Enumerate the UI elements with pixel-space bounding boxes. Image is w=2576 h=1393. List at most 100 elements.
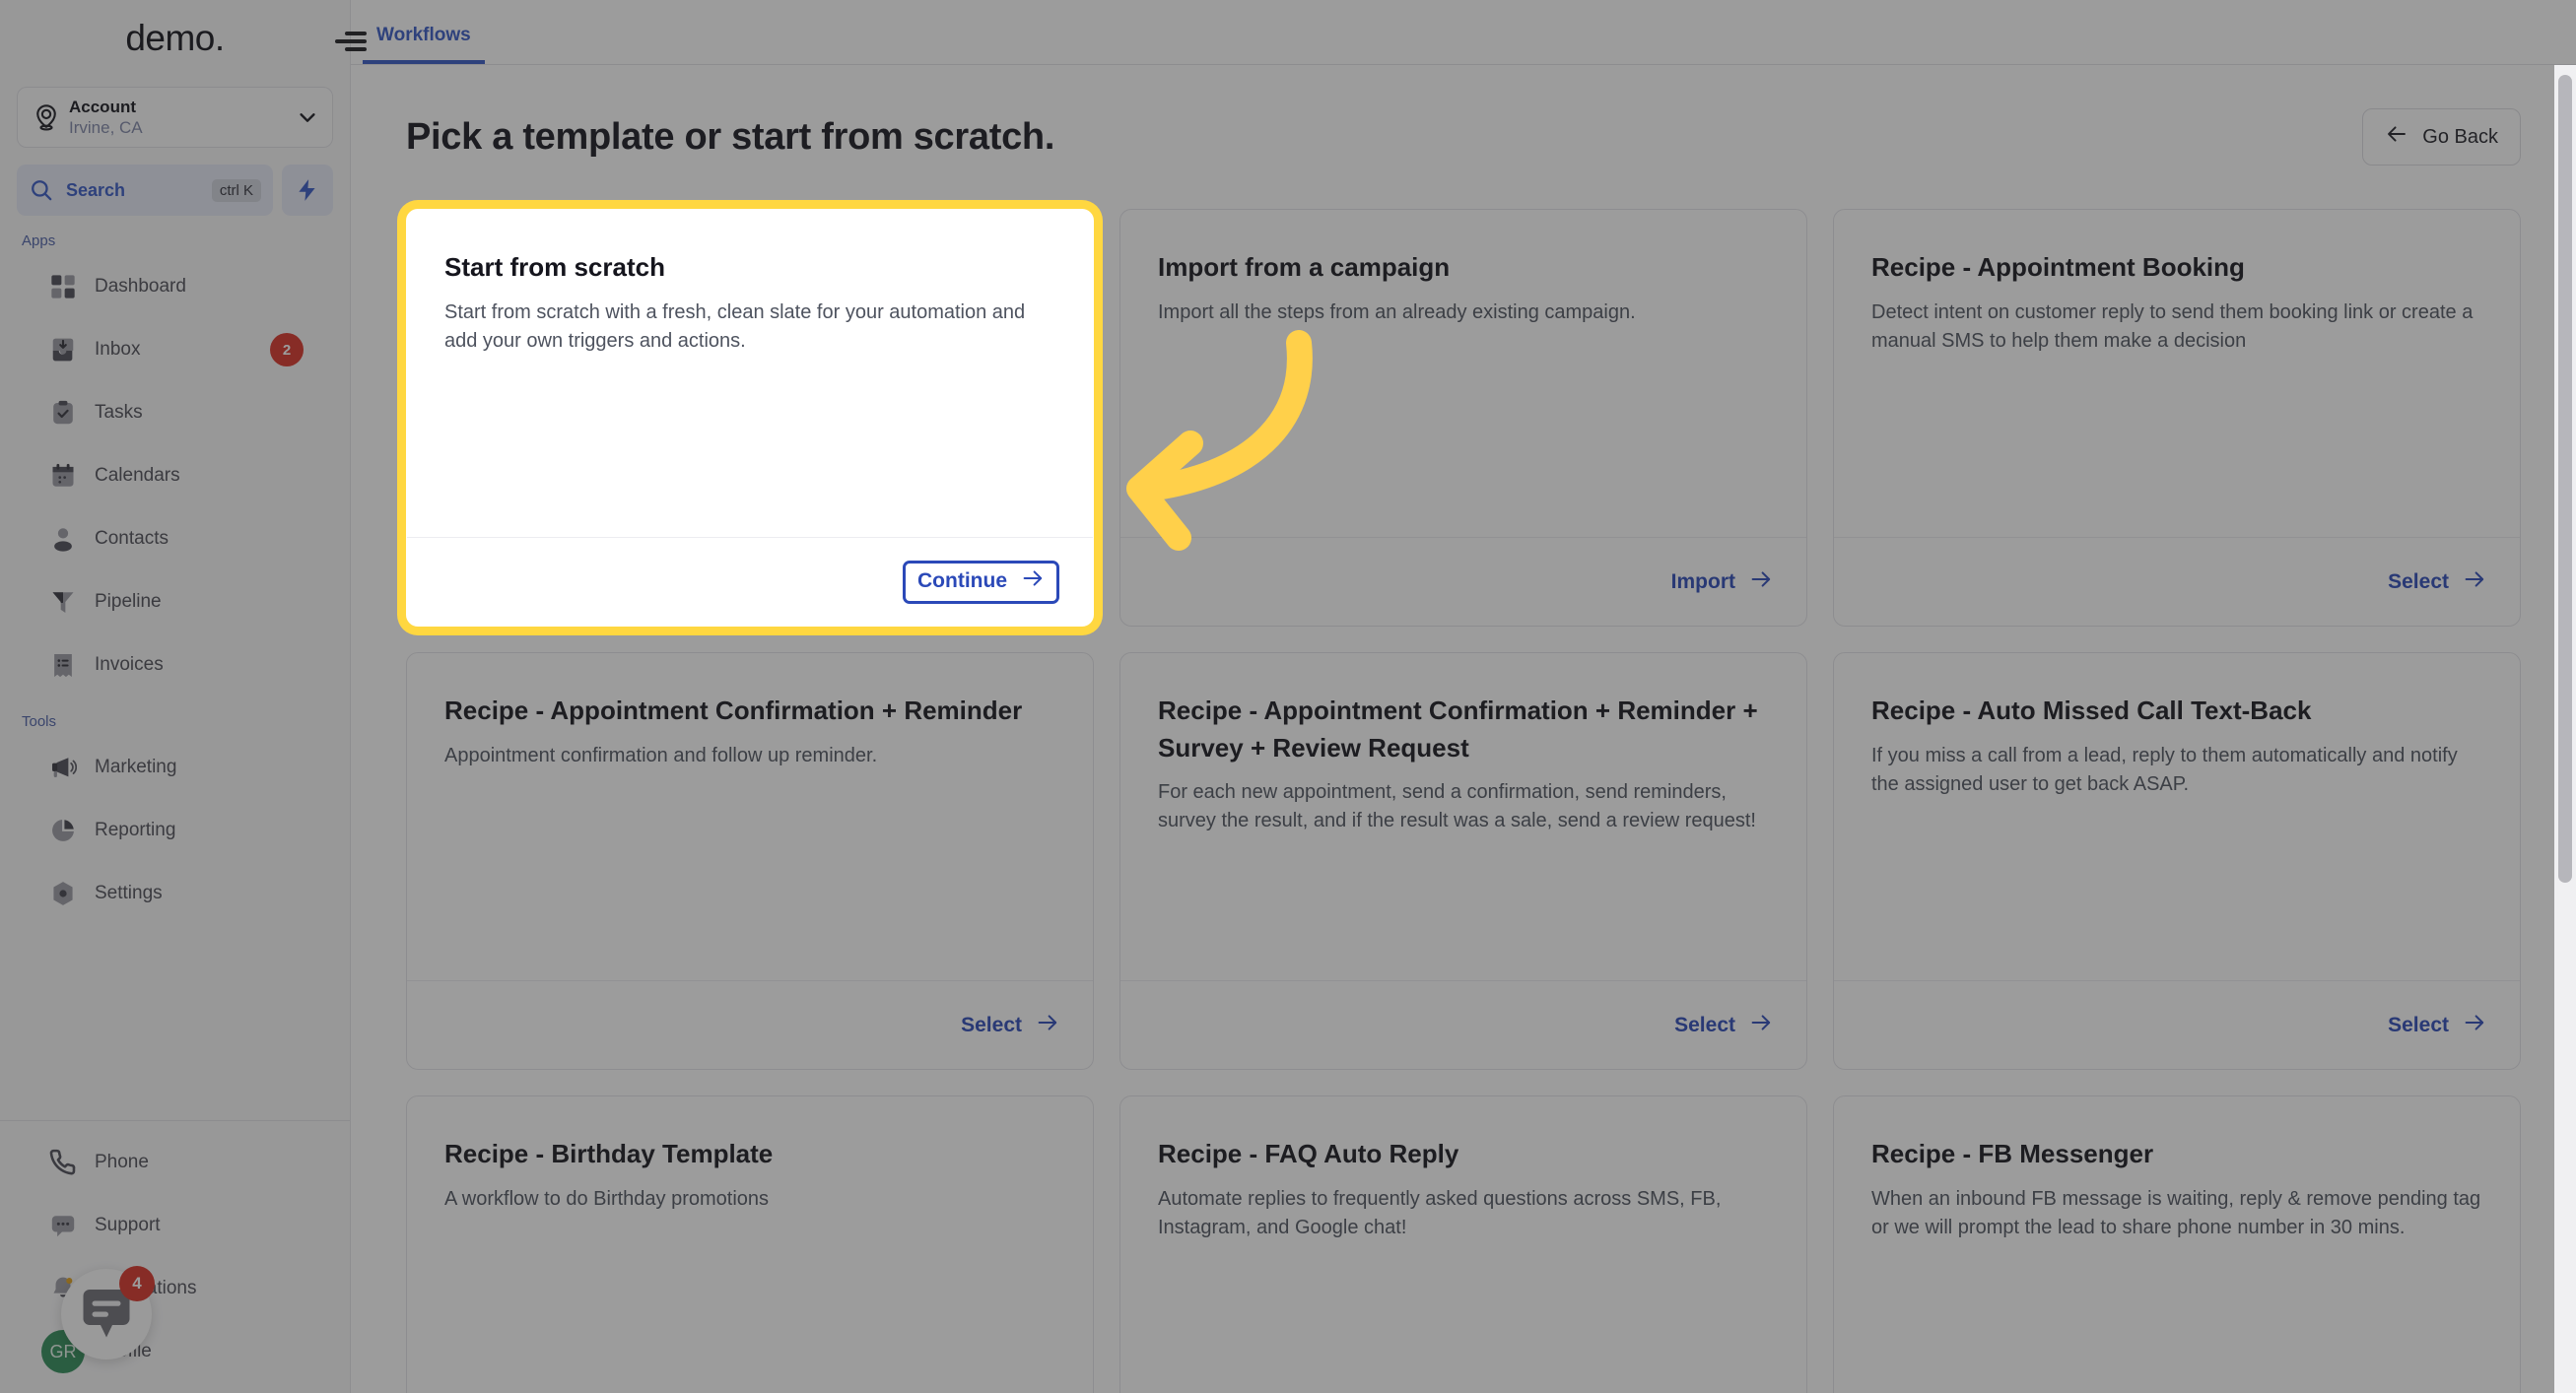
page-header: Pick a template or start from scratch. G… xyxy=(406,108,2521,166)
continue-button[interactable]: Continue xyxy=(903,560,1059,604)
select-label: Select xyxy=(2388,1013,2449,1036)
select-button[interactable]: Select xyxy=(2388,1011,2486,1040)
card-title: Recipe - FAQ Auto Reply xyxy=(1158,1139,1459,1168)
card-title: Recipe - Appointment Confirmation + Remi… xyxy=(1158,696,1758,763)
import-button[interactable]: Import xyxy=(1671,567,1773,597)
search-label: Search xyxy=(66,179,126,200)
location-pin-icon xyxy=(32,102,61,132)
sidebar-item-inbox[interactable]: Inbox 2 xyxy=(0,318,350,381)
template-card-birthday-template[interactable]: Recipe - Birthday Template A workflow to… xyxy=(406,1095,1094,1393)
sidebar-item-calendars[interactable]: Calendars xyxy=(0,444,350,507)
continue-label: Continue xyxy=(917,568,1007,592)
sidebar-divider xyxy=(0,1120,350,1121)
card-description: Detect intent on customer reply to send … xyxy=(1871,300,2474,352)
card-footer: Select xyxy=(407,980,1093,1069)
phone-icon xyxy=(49,1149,77,1176)
card-title: Start from scratch xyxy=(444,252,665,282)
select-label: Select xyxy=(1674,1013,1735,1036)
go-back-button[interactable]: Go Back xyxy=(2362,108,2521,166)
sidebar: demo. Account Irvine, CA Search ctrl K A… xyxy=(0,0,367,1393)
sidebar-item-label: Dashboard xyxy=(95,276,186,297)
template-card-import-from-campaign[interactable]: Import from a campaign Import all the st… xyxy=(1119,209,1807,627)
card-body: Recipe - Appointment Booking Detect inte… xyxy=(1834,210,2520,537)
card-body: Recipe - Appointment Confirmation + Remi… xyxy=(1120,653,1806,980)
sidebar-collapse-icon[interactable] xyxy=(331,22,374,61)
sidebar-item-reporting[interactable]: Reporting xyxy=(0,799,350,862)
card-title: Recipe - FB Messenger xyxy=(1871,1139,2154,1168)
sidebar-bottom-nav: Phone Support Notifications GR Profile xyxy=(0,1131,350,1393)
chevron-down-icon[interactable] xyxy=(297,106,318,128)
go-back-label: Go Back xyxy=(2422,125,2498,148)
sidebar-item-marketing[interactable]: Marketing xyxy=(0,736,350,799)
template-card-appointment-confirmation-survey-review[interactable]: Recipe - Appointment Confirmation + Remi… xyxy=(1119,652,1807,1070)
sidebar-item-label: Pipeline xyxy=(95,591,162,612)
select-button[interactable]: Select xyxy=(961,1011,1059,1040)
arrow-right-icon xyxy=(2463,1011,2486,1040)
card-title: Recipe - Birthday Template xyxy=(444,1139,774,1168)
chat-bubble-icon[interactable]: 4 xyxy=(61,1266,155,1360)
chat-dots-icon xyxy=(49,1212,77,1239)
scrollbar-thumb[interactable] xyxy=(2558,75,2572,883)
card-description: Start from scratch with a fresh, clean s… xyxy=(444,300,1026,352)
sidebar-item-settings[interactable]: Settings xyxy=(0,862,350,925)
template-card-start-from-scratch[interactable]: Start from scratch Start from scratch wi… xyxy=(406,209,1094,627)
select-button[interactable]: Select xyxy=(2388,567,2486,597)
select-label: Select xyxy=(961,1013,1022,1036)
user-icon xyxy=(49,525,77,553)
sidebar-item-phone[interactable]: Phone xyxy=(0,1131,350,1194)
sidebar-item-dashboard[interactable]: Dashboard xyxy=(0,255,350,318)
search-icon xyxy=(29,177,54,203)
sidebar-item-label: Tasks xyxy=(95,402,143,423)
card-body: Recipe - Birthday Template A workflow to… xyxy=(407,1096,1093,1393)
topbar: Workflows xyxy=(351,0,2576,65)
invoice-list-icon xyxy=(49,651,77,679)
main-panel: Workflows Pick a template or start from … xyxy=(351,0,2576,1393)
account-subtitle: Irvine, CA xyxy=(69,118,143,137)
sidebar-item-profile[interactable]: GR Profile xyxy=(0,1320,350,1383)
sidebar-item-notifications[interactable]: Notifications xyxy=(0,1257,350,1320)
card-description: When an inbound FB message is waiting, r… xyxy=(1871,1187,2481,1238)
sidebar-item-label: Inbox xyxy=(95,339,141,360)
inbox-icon xyxy=(49,336,77,364)
dashboard-grid-icon xyxy=(49,273,77,300)
sidebar-item-label: Phone xyxy=(95,1152,149,1172)
template-card-appointment-booking[interactable]: Recipe - Appointment Booking Detect inte… xyxy=(1833,209,2521,627)
sidebar-item-label: Support xyxy=(95,1215,161,1235)
template-card-grid: Start from scratch Start from scratch wi… xyxy=(406,209,2521,1393)
card-description: Import all the steps from an already exi… xyxy=(1158,300,1636,323)
chat-badge: 4 xyxy=(119,1266,155,1301)
lightning-bolt-icon[interactable] xyxy=(282,165,333,216)
card-footer: Import xyxy=(1120,537,1806,626)
template-card-auto-missed-call-text-back[interactable]: Recipe - Auto Missed Call Text-Back If y… xyxy=(1833,652,2521,1070)
arrow-right-icon xyxy=(1036,1011,1059,1040)
nav-section-label-tools: Tools xyxy=(22,713,57,730)
sidebar-item-invoices[interactable]: Invoices xyxy=(0,633,350,696)
account-selector[interactable]: Account Irvine, CA xyxy=(17,87,333,148)
card-body: Recipe - Appointment Confirmation + Remi… xyxy=(407,653,1093,980)
card-description: A workflow to do Birthday promotions xyxy=(444,1187,770,1210)
calendar-icon xyxy=(49,462,77,490)
card-title: Recipe - Auto Missed Call Text-Back xyxy=(1871,696,2312,725)
sidebar-item-contacts[interactable]: Contacts xyxy=(0,507,350,570)
gear-icon xyxy=(49,880,77,907)
card-description: For each new appointment, send a confirm… xyxy=(1158,781,1756,832)
card-title: Recipe - Appointment Booking xyxy=(1871,252,2245,282)
template-card-fb-messenger[interactable]: Recipe - FB Messenger When an inbound FB… xyxy=(1833,1095,2521,1393)
tab-workflows[interactable]: Workflows xyxy=(363,25,485,64)
template-card-faq-auto-reply[interactable]: Recipe - FAQ Auto Reply Automate replies… xyxy=(1119,1095,1807,1393)
select-button[interactable]: Select xyxy=(1674,1011,1773,1040)
nav-section-label-apps: Apps xyxy=(22,232,56,249)
brand-logo: demo. xyxy=(125,18,225,58)
card-body: Start from scratch Start from scratch wi… xyxy=(407,210,1093,537)
template-card-appointment-confirmation-reminder[interactable]: Recipe - Appointment Confirmation + Remi… xyxy=(406,652,1094,1070)
sidebar-item-pipeline[interactable]: Pipeline xyxy=(0,570,350,633)
card-body: Recipe - Auto Missed Call Text-Back If y… xyxy=(1834,653,2520,980)
sidebar-item-support[interactable]: Support xyxy=(0,1194,350,1257)
card-footer: Continue xyxy=(407,537,1093,626)
funnel-icon xyxy=(49,588,77,616)
sidebar-item-label: Marketing xyxy=(95,757,177,777)
arrow-right-icon xyxy=(1749,567,1773,597)
search-input[interactable]: Search ctrl K xyxy=(17,165,273,216)
sidebar-item-tasks[interactable]: Tasks xyxy=(0,381,350,444)
